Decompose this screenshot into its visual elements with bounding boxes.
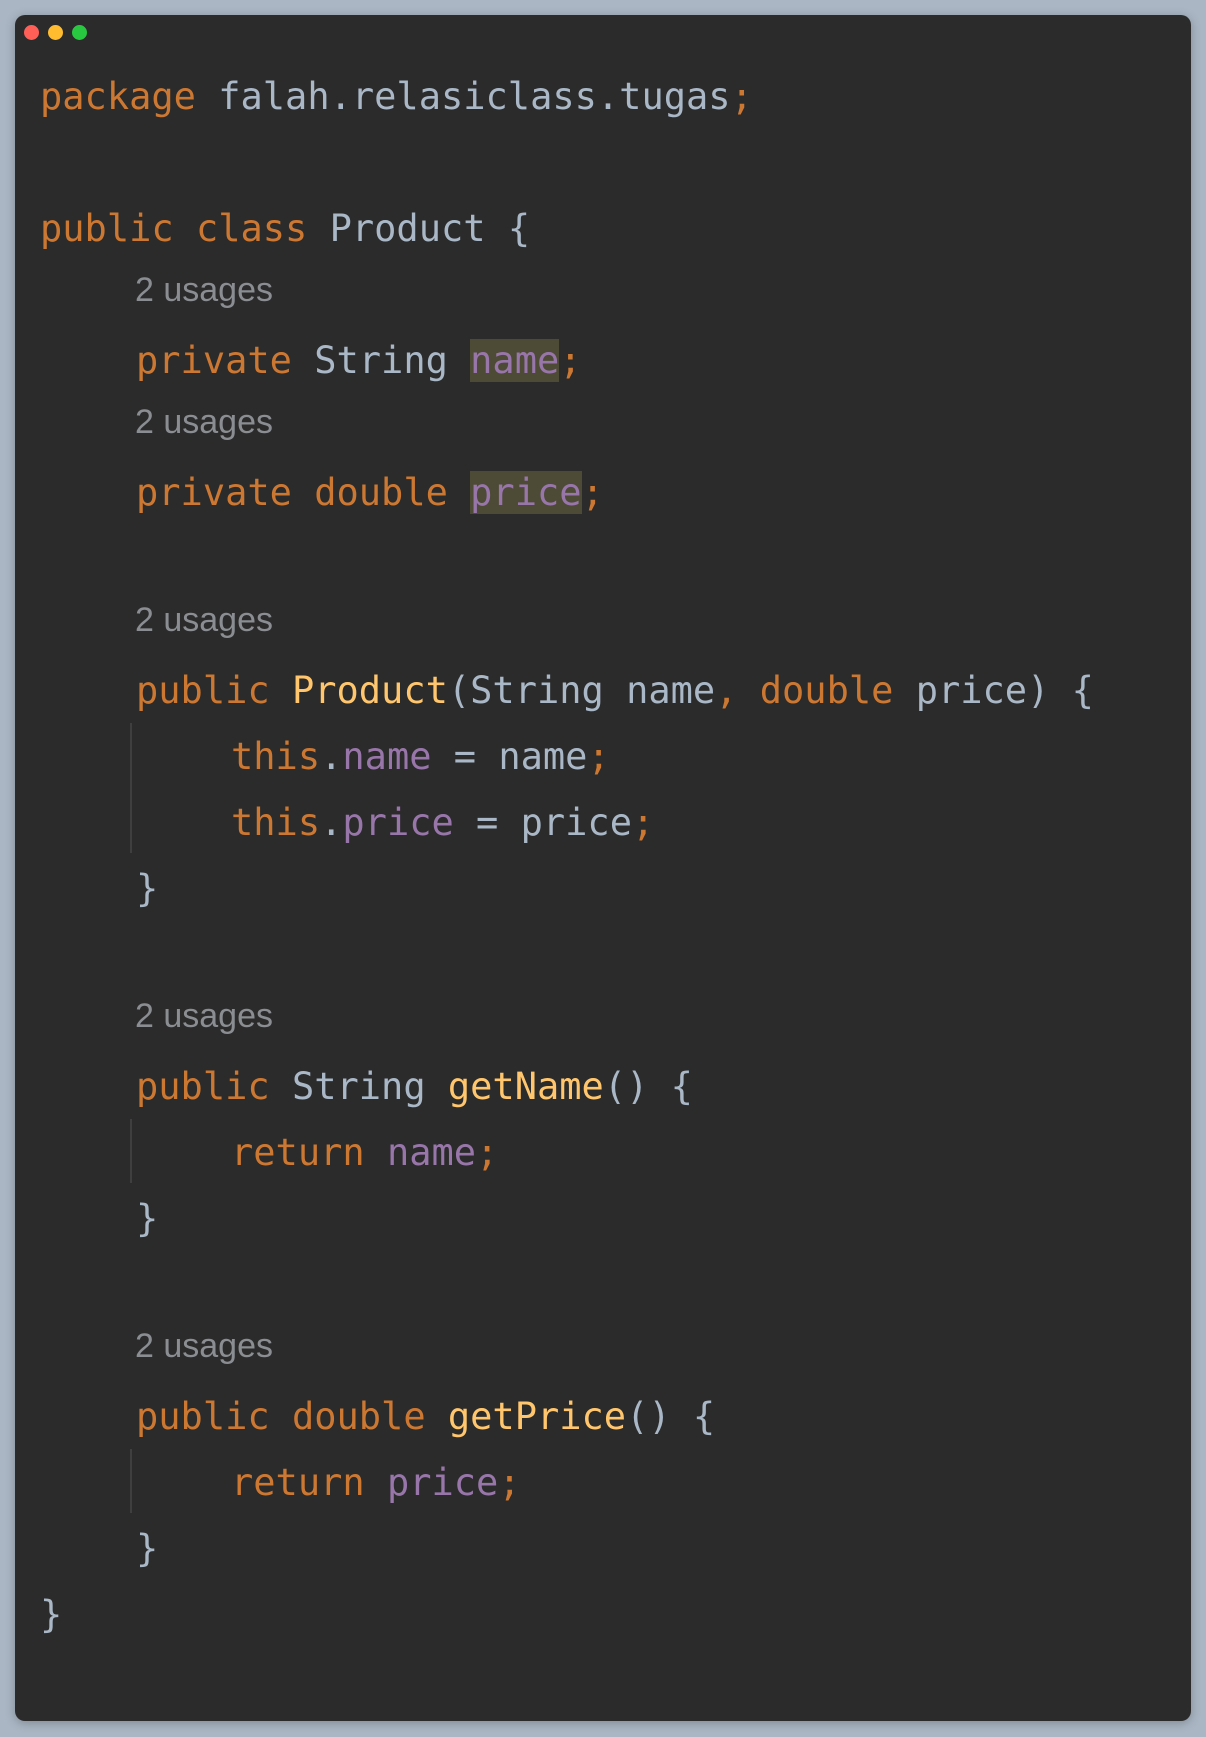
code-line-package: package falah.relasiclass.tugas; (40, 75, 753, 118)
indent-guide (130, 1119, 132, 1183)
usages-hint[interactable]: 2 usages (135, 991, 273, 1041)
code-line-getname: public String getName() { (136, 1065, 693, 1108)
code-line-close-getname: } (136, 1197, 159, 1240)
code-line-assign-name: this.name = name; (231, 735, 610, 778)
code-line-getprice: public double getPrice() { (136, 1395, 716, 1438)
code-line-assign-price: this.price = price; (231, 801, 655, 844)
code-line-return-name: return name; (231, 1131, 499, 1174)
code-line-class-decl: public class Product { (40, 207, 531, 250)
usages-hint[interactable]: 2 usages (135, 265, 273, 315)
indent-guide (130, 1449, 132, 1513)
code-line-close-constructor: } (136, 867, 159, 910)
close-button[interactable] (24, 25, 39, 40)
code-line-return-price: return price; (231, 1461, 521, 1504)
code-line-field-name: private String name; (136, 339, 582, 382)
code-window: package falah.relasiclass.tugas; public … (15, 15, 1191, 1721)
highlighted-field-price: price (470, 471, 582, 514)
highlighted-field-name: name (470, 339, 560, 382)
zoom-button[interactable] (72, 25, 87, 40)
code-line-close-getprice: } (136, 1527, 159, 1570)
usages-hint[interactable]: 2 usages (135, 1321, 273, 1371)
indent-guide (130, 723, 132, 853)
code-line-field-price: private double price; (136, 471, 604, 514)
code-line-constructor: public Product(String name, double price… (136, 669, 1094, 712)
code-line-close-class: } (40, 1593, 63, 1636)
usages-hint[interactable]: 2 usages (135, 397, 273, 447)
minimize-button[interactable] (48, 25, 63, 40)
usages-hint[interactable]: 2 usages (135, 595, 273, 645)
window-controls (24, 25, 87, 40)
